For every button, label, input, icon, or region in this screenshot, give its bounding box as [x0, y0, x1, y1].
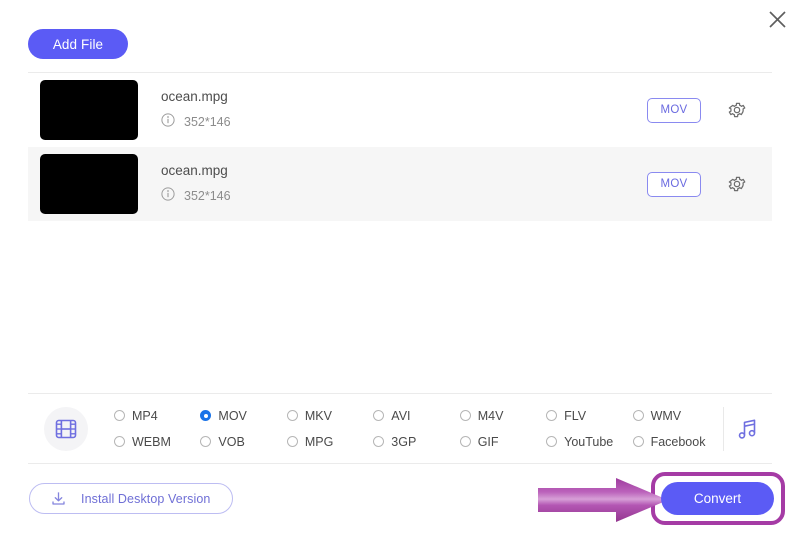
- radio-dot: [114, 436, 125, 447]
- file-name: ocean.mpg: [161, 162, 228, 178]
- format-option-label: GIF: [477, 434, 499, 449]
- file-dimension-row: 352*146: [161, 112, 647, 132]
- format-option-webm[interactable]: WEBM: [114, 431, 200, 453]
- format-option-label: AVI: [391, 408, 411, 423]
- annotation-arrow-icon: [538, 478, 668, 522]
- format-option-label: WMV: [650, 408, 682, 423]
- format-option-label: MOV: [218, 408, 247, 423]
- add-file-button[interactable]: Add File: [28, 29, 128, 59]
- format-option-label: VOB: [218, 434, 245, 449]
- convert-button[interactable]: Convert: [661, 482, 774, 515]
- radio-dot: [114, 410, 125, 421]
- radio-dot: [286, 410, 298, 421]
- format-option-flv[interactable]: FLV: [546, 405, 632, 427]
- format-radio-group: MP4 MOV MKV AVI M4V FLV WMV WEBM VOB MPG…: [114, 405, 719, 453]
- video-thumbnail: [40, 80, 138, 140]
- format-option-label: MPG: [304, 434, 334, 449]
- radio-dot: [632, 410, 644, 421]
- close-icon[interactable]: [760, 2, 794, 36]
- file-meta: ocean.mpg 352*146: [161, 163, 647, 206]
- format-selection-bar: MP4 MOV MKV AVI M4V FLV WMV WEBM VOB MPG…: [28, 394, 772, 463]
- output-format-chip[interactable]: MOV: [647, 97, 701, 123]
- format-option-3gp[interactable]: 3GP: [373, 431, 459, 453]
- gear-icon[interactable]: [726, 99, 748, 121]
- film-strip-icon[interactable]: [44, 406, 88, 451]
- info-icon[interactable]: [161, 112, 175, 132]
- radio-dot: [459, 410, 471, 421]
- format-option-gif[interactable]: GIF: [459, 431, 546, 453]
- format-option-avi[interactable]: AVI: [373, 405, 459, 427]
- music-note-icon[interactable]: [724, 416, 772, 442]
- radio-dot: [200, 410, 212, 421]
- divider-format-bottom: [28, 463, 772, 464]
- format-option-mov[interactable]: MOV: [200, 405, 286, 427]
- format-option-label: FLV: [564, 408, 587, 423]
- format-option-youtube[interactable]: YouTube: [546, 431, 632, 453]
- info-icon[interactable]: [161, 186, 175, 206]
- converter-window: Add File ocean.mpg 352*146 MOV ocean.mpg…: [0, 0, 800, 544]
- file-dimensions: 352*146: [184, 189, 231, 203]
- format-option-mkv[interactable]: MKV: [286, 405, 373, 427]
- file-meta: ocean.mpg 352*146: [161, 89, 647, 132]
- radio-dot: [286, 436, 298, 447]
- format-option-label: MKV: [304, 408, 332, 423]
- radio-dot: [546, 410, 558, 421]
- radio-dot: [459, 436, 471, 447]
- format-option-label: 3GP: [391, 434, 417, 449]
- radio-dot: [546, 436, 558, 447]
- format-option-mp4[interactable]: MP4: [114, 405, 200, 427]
- table-row[interactable]: ocean.mpg 352*146 MOV: [28, 147, 772, 221]
- radio-dot: [373, 436, 385, 447]
- install-desktop-version-label: Install Desktop Version: [81, 491, 211, 506]
- format-option-label: MP4: [132, 408, 158, 423]
- gear-icon[interactable]: [726, 173, 748, 195]
- file-dimensions: 352*146: [184, 115, 231, 129]
- format-option-label: WEBM: [132, 434, 171, 449]
- download-icon: [50, 490, 67, 507]
- format-option-label: YouTube: [564, 434, 614, 449]
- format-option-wmv[interactable]: WMV: [632, 405, 719, 427]
- file-name: ocean.mpg: [161, 88, 228, 104]
- video-thumbnail: [40, 154, 138, 214]
- format-option-facebook[interactable]: Facebook: [632, 431, 719, 453]
- radio-dot: [373, 410, 385, 421]
- format-option-label: M4V: [477, 408, 504, 423]
- format-option-m4v[interactable]: M4V: [459, 405, 546, 427]
- radio-dot: [200, 436, 212, 447]
- output-format-chip[interactable]: MOV: [647, 171, 701, 197]
- file-dimension-row: 352*146: [161, 186, 647, 206]
- format-option-vob[interactable]: VOB: [200, 431, 286, 453]
- format-option-label: Facebook: [650, 434, 706, 449]
- radio-dot: [632, 436, 644, 447]
- file-list: ocean.mpg 352*146 MOV ocean.mpg 352*146 …: [28, 73, 772, 221]
- table-row[interactable]: ocean.mpg 352*146 MOV: [28, 73, 772, 147]
- install-desktop-version-button[interactable]: Install Desktop Version: [29, 483, 233, 514]
- format-option-mpg[interactable]: MPG: [286, 431, 373, 453]
